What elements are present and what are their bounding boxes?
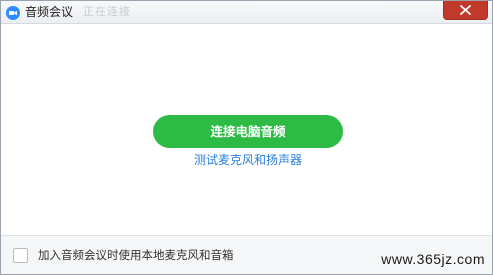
connect-computer-audio-button[interactable]: 连接电脑音频 — [153, 115, 343, 148]
audio-conference-window: 音频会议 正在连接 连接电脑音频 测试麦克风和扬声器 加入音频会议时使用本地麦克… — [0, 0, 493, 275]
watermark-text: www.365jz.com — [381, 251, 485, 267]
auto-join-audio-checkbox[interactable] — [13, 248, 28, 263]
dialog-content: 连接电脑音频 测试麦克风和扬声器 — [1, 24, 492, 235]
title-bar[interactable]: 音频会议 正在连接 — [1, 1, 492, 24]
window-title: 音频会议 — [25, 5, 74, 19]
test-speaker-microphone-link[interactable]: 测试麦克风和扬声器 — [153, 152, 343, 168]
background-status-text: 正在连接 — [83, 5, 131, 18]
video-camera-icon — [6, 5, 20, 20]
auto-join-audio-label[interactable]: 加入音频会议时使用本地麦克风和音箱 — [38, 247, 234, 263]
close-icon — [460, 5, 471, 15]
close-button[interactable] — [443, 1, 488, 20]
